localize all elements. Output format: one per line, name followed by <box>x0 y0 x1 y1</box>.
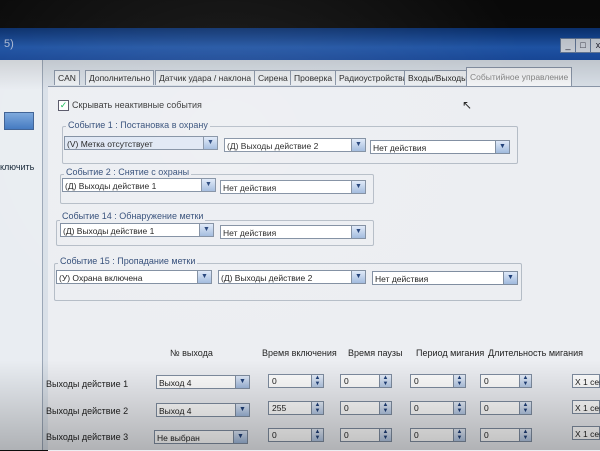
event-15-condition-select[interactable]: (У) Охрана включена ▼ <box>56 270 212 284</box>
event-2-action-select[interactable]: (Д) Выходы действие 1 ▼ <box>62 178 216 192</box>
chevron-down-icon[interactable]: ▼ <box>495 141 509 153</box>
row-label-1: Выходы действие 1 <box>46 379 129 389</box>
event-15-action-select[interactable]: (Д) Выходы действие 2 ▼ <box>218 270 366 284</box>
chevron-down-icon[interactable]: ▼ <box>351 271 365 283</box>
chevron-down-icon[interactable]: ▼ <box>351 181 365 193</box>
chevron-down-icon[interactable]: ▼ <box>503 272 517 284</box>
close-button[interactable]: x <box>590 38 600 53</box>
network-icon[interactable] <box>4 112 34 130</box>
spinner-arrows-icon[interactable]: ▲ ▼ <box>379 402 391 414</box>
chevron-down-icon[interactable]: ▼ <box>351 226 365 238</box>
header-on-time: Время включения <box>262 348 337 358</box>
row-1-period-spinner[interactable]: 0 ▲ ▼ <box>410 374 466 388</box>
spinner-arrows-icon[interactable]: ▲ ▼ <box>311 429 323 441</box>
header-output-number: № выхода <box>170 348 213 358</box>
tab-check[interactable]: Проверка <box>290 70 337 85</box>
left-pane: ключить <box>0 60 43 450</box>
minimize-button[interactable]: _ <box>560 38 576 53</box>
window-title: 5) <box>4 38 14 50</box>
left-pane-label[interactable]: ключить <box>0 162 34 172</box>
spinner-arrows-icon[interactable]: ▲ ▼ <box>519 402 531 414</box>
header-blink-period: Период мигания <box>416 348 485 358</box>
event-title-14: Событие 14 : Обнаружение метки <box>60 211 206 221</box>
row-3-on-time-spinner[interactable]: 0 ▲ ▼ <box>268 428 324 442</box>
row-1-output-select[interactable]: Выход 4 ▼ <box>156 375 250 389</box>
chevron-down-icon[interactable]: ▼ <box>233 431 247 443</box>
chevron-down-icon[interactable]: ▼ <box>197 271 211 283</box>
spinner-arrows-icon[interactable]: ▲ ▼ <box>379 429 391 441</box>
row-2-output-select[interactable]: Выход 4 ▼ <box>156 403 250 417</box>
event-14-extra-select[interactable]: Нет действия ▼ <box>220 225 366 239</box>
row-3-pause-spinner[interactable]: 0 ▲ ▼ <box>340 428 392 442</box>
maximize-button[interactable]: □ <box>575 38 591 53</box>
chevron-down-icon[interactable]: ▼ <box>203 137 217 149</box>
chevron-down-icon[interactable]: ▼ <box>201 179 215 191</box>
spinner-arrows-icon[interactable]: ▲ ▼ <box>519 429 531 441</box>
chevron-down-icon[interactable]: ▼ <box>199 224 213 236</box>
row-2-duration-spinner[interactable]: 0 ▲ ▼ <box>480 401 532 415</box>
row-2-period-spinner[interactable]: 0 ▲ ▼ <box>410 401 466 415</box>
spinner-arrows-icon[interactable]: ▲ ▼ <box>453 402 465 414</box>
row-1-pause-spinner[interactable]: 0 ▲ ▼ <box>340 374 392 388</box>
spinner-arrows-icon[interactable]: ▲ ▼ <box>453 429 465 441</box>
mouse-cursor-icon: ↖ <box>462 98 473 112</box>
spinner-arrows-icon[interactable]: ▲ ▼ <box>379 375 391 387</box>
hide-inactive-label: Скрывать неактивные события <box>72 100 202 110</box>
row-3-output-select[interactable]: Не выбран ▼ <box>154 430 248 444</box>
event-2-extra-select[interactable]: Нет действия ▼ <box>220 180 366 194</box>
event-1-extra-select[interactable]: Нет действия ▼ <box>370 140 510 154</box>
event-title-1: Событие 1 : Постановка в охрану <box>66 120 210 130</box>
spinner-arrows-icon[interactable]: ▲ ▼ <box>519 375 531 387</box>
hide-inactive-checkbox[interactable]: ✓ <box>58 100 69 111</box>
event-1-condition-select[interactable]: (V) Метка отсутствует ▼ <box>64 136 218 150</box>
event-title-2: Событие 2 : Снятие с охраны <box>64 167 192 177</box>
row-2-pause-spinner[interactable]: 0 ▲ ▼ <box>340 401 392 415</box>
row-label-3: Выходы действие 3 <box>46 432 129 442</box>
spinner-arrows-icon[interactable]: ▲ ▼ <box>453 375 465 387</box>
chevron-down-icon[interactable]: ▼ <box>351 139 365 151</box>
event-title-15: Событие 15 : Пропадание метки <box>58 256 198 266</box>
event-1-action-select[interactable]: (Д) Выходы действие 2 ▼ <box>224 138 366 152</box>
chevron-down-icon[interactable]: ▼ <box>235 404 249 416</box>
spinner-arrows-icon[interactable]: ▲ ▼ <box>311 375 323 387</box>
header-blink-duration: Длительность мигания <box>488 348 584 358</box>
tab-radio-devices[interactable]: Радиоустройства <box>335 70 412 85</box>
row-3-unit-select[interactable]: X 1 сек <box>572 426 600 440</box>
tab-additional[interactable]: Дополнительно <box>85 70 155 85</box>
row-1-unit-select[interactable]: X 1 сек <box>572 374 600 388</box>
row-label-2: Выходы действие 2 <box>46 406 129 416</box>
row-3-period-spinner[interactable]: 0 ▲ ▼ <box>410 428 466 442</box>
tab-inputs-outputs[interactable]: Входы/Выходы <box>404 70 472 85</box>
row-1-duration-spinner[interactable]: 0 ▲ ▼ <box>480 374 532 388</box>
tab-shock-sensor[interactable]: Датчик удара / наклона <box>155 70 256 85</box>
spinner-arrows-icon[interactable]: ▲ ▼ <box>311 402 323 414</box>
row-3-duration-spinner[interactable]: 0 ▲ ▼ <box>480 428 532 442</box>
tab-can[interactable]: CAN <box>54 70 80 85</box>
row-1-on-time-spinner[interactable]: 0 ▲ ▼ <box>268 374 324 388</box>
row-2-unit-select[interactable]: X 1 сек <box>572 400 600 414</box>
chevron-down-icon[interactable]: ▼ <box>235 376 249 388</box>
header-pause-time: Время паузы <box>348 348 403 358</box>
window-titlebar[interactable]: 5) <box>0 28 600 60</box>
event-15-extra-select[interactable]: Нет действия ▼ <box>372 271 518 285</box>
event-14-action-select[interactable]: (Д) Выходы действие 1 ▼ <box>60 223 214 237</box>
tab-event-control[interactable]: Событийное управление <box>466 67 573 86</box>
checkmark-icon: ✓ <box>59 100 68 110</box>
row-2-on-time-spinner[interactable]: 255 ▲ ▼ <box>268 401 324 415</box>
tab-siren[interactable]: Сирена <box>254 70 292 85</box>
